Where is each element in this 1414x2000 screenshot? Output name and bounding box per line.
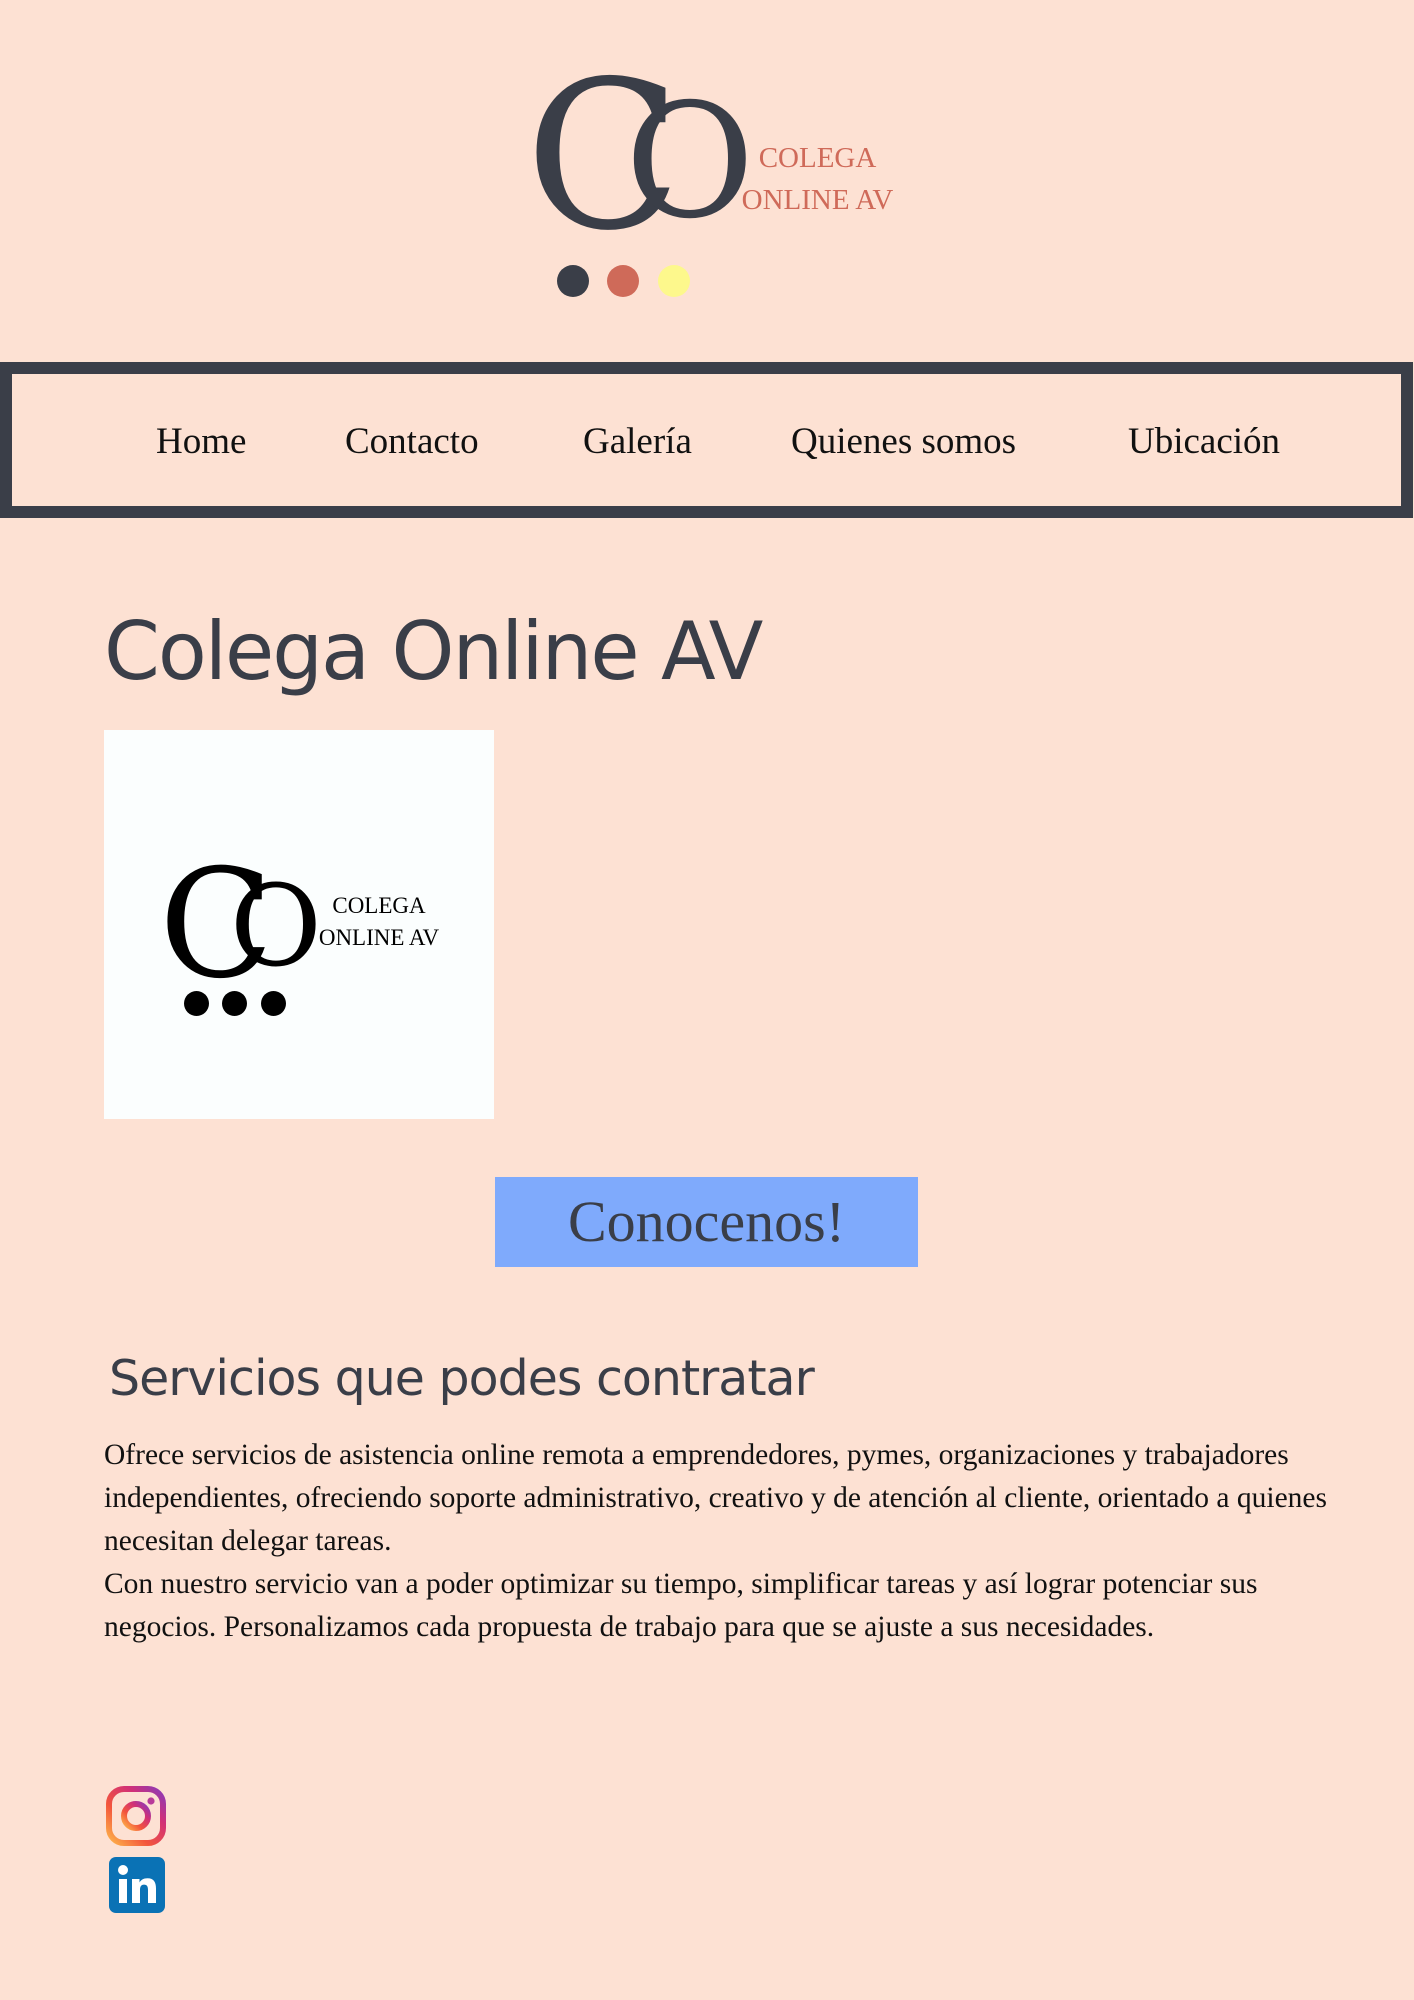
nav-item-ubicacion[interactable]: Ubicación bbox=[1128, 420, 1280, 463]
logo-wordmark-line2: ONLINE AV bbox=[741, 184, 894, 216]
instagram-icon[interactable] bbox=[105, 1785, 167, 1847]
logo-dot-coral bbox=[607, 265, 639, 297]
linkedin-icon[interactable] bbox=[109, 1857, 165, 1913]
services-heading: Servicios que podes contratar bbox=[109, 1350, 815, 1407]
header-logo[interactable]: C O COLEGA ONLINE AV bbox=[525, 55, 905, 310]
conocenos-button[interactable]: Conocenos! bbox=[495, 1177, 918, 1267]
logo-image-line1: COLEGA bbox=[332, 893, 426, 918]
logo-image-line2: ONLINE AV bbox=[318, 925, 440, 950]
services-paragraph: Con nuestro servicio van a poder optimiz… bbox=[104, 1568, 1258, 1643]
services-description: Ofrece servicios de asistencia online re… bbox=[104, 1434, 1344, 1649]
linkedin-icon-graphic bbox=[109, 1857, 165, 1913]
nav-item-home[interactable]: Home bbox=[156, 420, 246, 463]
logo-dot-yellow bbox=[658, 265, 690, 297]
nav-item-quienes-somos[interactable]: Quienes somos bbox=[791, 420, 1016, 463]
logo-image-dot bbox=[261, 991, 286, 1016]
main-nav: Home Contacto Galería Quienes somos Ubic… bbox=[0, 362, 1413, 518]
logo-wordmark: COLEGA ONLINE AV bbox=[725, 137, 910, 221]
nav-item-contacto[interactable]: Contacto bbox=[345, 420, 479, 463]
nav-item-galeria[interactable]: Galería bbox=[583, 420, 692, 463]
logo-image: C O COLEGA ONLINE AV bbox=[104, 730, 494, 1119]
services-paragraph: Ofrece servicios de asistencia online re… bbox=[104, 1439, 1327, 1557]
logo-dot-dark bbox=[557, 265, 589, 297]
instagram-icon-graphic bbox=[106, 1786, 166, 1846]
logo-image-dot bbox=[184, 991, 209, 1016]
page-title: Colega Online AV bbox=[104, 605, 763, 698]
logo-image-wordmark: COLEGA ONLINE AV bbox=[304, 890, 454, 954]
logo-image-dot bbox=[222, 991, 247, 1016]
logo-wordmark-line1: COLEGA bbox=[758, 142, 877, 174]
